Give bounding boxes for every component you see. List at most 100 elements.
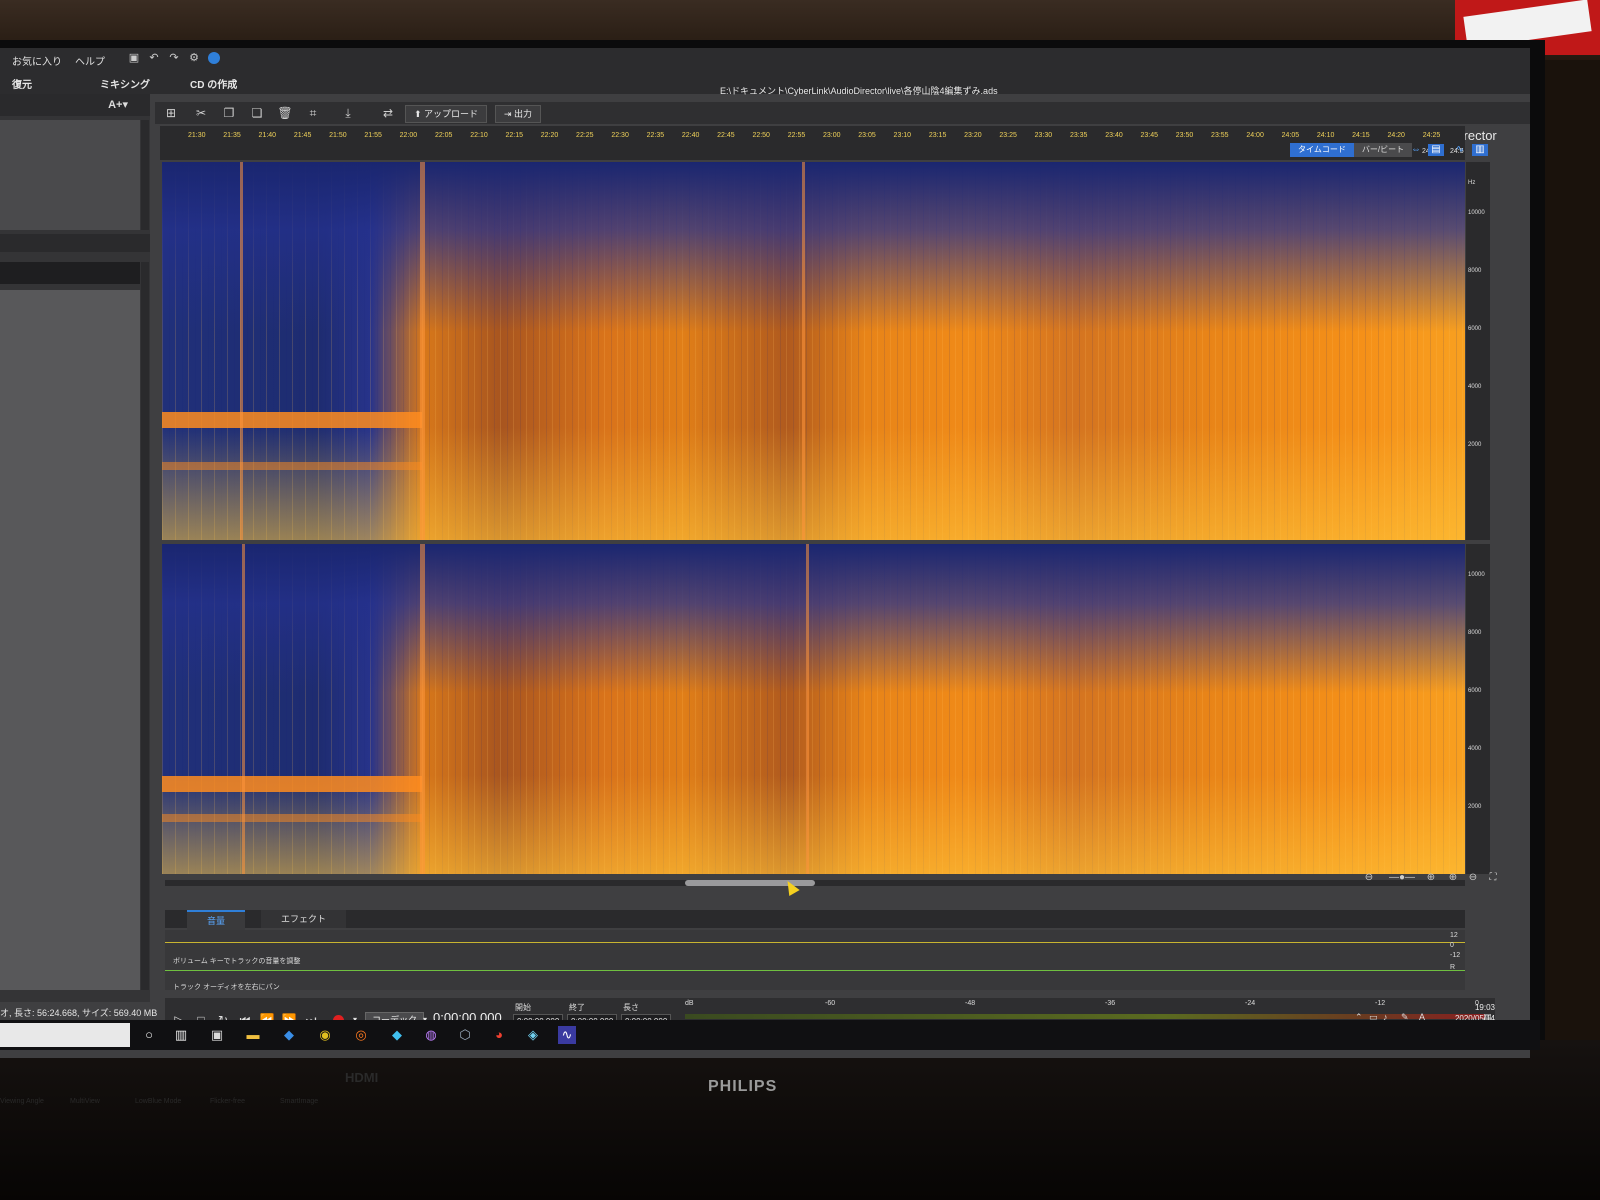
osd-label: LowBlue Mode	[135, 1098, 182, 1105]
delete-icon[interactable]: 🗑	[277, 105, 293, 121]
undo-icon[interactable]: ↶	[148, 52, 160, 64]
impulse-line	[420, 544, 425, 874]
output-button[interactable]: ⇥ 出力	[495, 105, 542, 123]
status-bar-text: オ, 長さ: 56:24.668, サイズ: 569.40 MB	[0, 1008, 158, 1018]
start-label: 開始	[515, 1003, 531, 1012]
copy-icon[interactable]: ❐	[221, 105, 237, 121]
ruler-tick-label: 23:30	[1034, 132, 1053, 139]
lane-scale-label: 12	[1450, 932, 1458, 939]
waveform-view-icon[interactable]: ∿	[1452, 144, 1468, 156]
upload-icon: ⬆	[414, 109, 425, 119]
paste-icon[interactable]: ❏	[249, 105, 265, 121]
zoom-in-icon[interactable]: ⊕	[1424, 871, 1438, 885]
ruler-tick-label: 21:50	[329, 132, 347, 139]
help-icon[interactable]	[208, 52, 220, 64]
mail-icon[interactable]: ◆	[280, 1026, 298, 1044]
monitor-logo: PHILIPS	[708, 1078, 778, 1095]
tab-cd-create[interactable]: CD の作成	[190, 76, 237, 91]
spectrogram-channel-2[interactable]	[162, 544, 1465, 874]
menu-favorites[interactable]: お気に入り	[12, 53, 62, 68]
timecode-toggle[interactable]: タイムコード	[1290, 143, 1354, 157]
import-icon[interactable]: ⤓	[340, 105, 356, 121]
hz-label: 2000	[1468, 442, 1482, 448]
hz-label: 6000	[1468, 326, 1482, 332]
sync-view-icon[interactable]: ⇔	[1408, 144, 1424, 156]
hdmi-label: HDMI	[345, 1070, 379, 1085]
file-list-scrollbar[interactable]	[141, 262, 149, 990]
menu-help[interactable]: ヘルプ	[75, 53, 105, 68]
spectrum-view-icon[interactable]: ▤	[1428, 144, 1444, 156]
ruler-tick-label: 24:15	[1352, 132, 1370, 139]
explorer-icon[interactable]: ▬	[244, 1026, 262, 1044]
upload-button[interactable]: ⬆ アップロード	[405, 105, 488, 123]
app-icon[interactable]: ◕	[490, 1026, 508, 1044]
panel-divider[interactable]	[0, 234, 150, 252]
volume-envelope[interactable]	[165, 942, 1465, 943]
app-icon[interactable]: ⬡	[456, 1026, 474, 1044]
vertical-zoom-out-icon[interactable]: ⊖	[1466, 871, 1480, 885]
hz-unit-label: Hz	[1468, 180, 1476, 186]
select-tool-icon[interactable]: ⊞	[163, 105, 179, 121]
search-box[interactable]	[0, 1023, 130, 1047]
ruler-tick-label: 22:25	[576, 132, 594, 139]
automation-lanes: ボリューム キーでトラックの音量を調整 トラック オーディオを左右にパン 12 …	[165, 930, 1465, 991]
audiodirector-taskbar-icon[interactable]: ∿	[558, 1026, 576, 1044]
save-icon[interactable]: ▣	[128, 52, 140, 64]
taskbar: ○ ▥ ▣ ▬ ◆ ◉ ◎ ◆ ◍ ⬡ ◕ ◈ ∿	[0, 1020, 1540, 1050]
ruler-tick-label: 21:55	[364, 132, 382, 139]
cortana-icon[interactable]: ○	[140, 1026, 158, 1044]
tab-volume[interactable]: 音量	[187, 910, 246, 930]
tab-effect[interactable]: エフェクト	[261, 910, 347, 928]
timeline-ruler[interactable]: 21:30 21:35 21:40 21:45 21:50 21:55 22:00 22:05…	[160, 126, 1465, 160]
meter-label: dB	[685, 1000, 694, 1007]
app-icon[interactable]: ◈	[524, 1026, 542, 1044]
library-list[interactable]	[0, 120, 140, 230]
upload-label: アップロード	[424, 109, 479, 119]
app-icon[interactable]: ◍	[422, 1026, 440, 1044]
tab-restore[interactable]: 復元	[12, 76, 32, 91]
library-scrollbar[interactable]	[141, 120, 149, 230]
pan-envelope[interactable]	[165, 970, 1465, 971]
zoom-slider[interactable]: —●—	[1382, 871, 1422, 885]
app-icon[interactable]: ◆	[388, 1026, 406, 1044]
ruler-tick-label: 22:50	[752, 132, 770, 139]
monitor-screen: お気に入り ヘルプ ▣ ↶ ↷ ⚙ 復元 ミキシング CD の作成 E:\ドキュ…	[0, 48, 1530, 1058]
ruler-tick-label: 23:05	[858, 132, 876, 139]
file-list[interactable]	[0, 290, 140, 990]
ruler-tick-label: 23:50	[1175, 132, 1194, 139]
sync-icon[interactable]: ⇄	[380, 105, 396, 121]
crop-icon[interactable]: ⌗	[305, 105, 321, 121]
volume-hint: ボリューム キーでトラックの音量を調整	[173, 958, 301, 965]
ruler-tick-label: 24:25	[1422, 132, 1441, 139]
end-label: 終了	[569, 1003, 585, 1012]
store-icon[interactable]: ▣	[208, 1026, 226, 1044]
fit-icon[interactable]: ⛶	[1486, 871, 1500, 885]
chrome-icon[interactable]: ◉	[316, 1026, 334, 1044]
ruler-tick-label: 23:00	[823, 132, 841, 139]
ruler-tick-label: 23:55	[1211, 132, 1229, 139]
zoom-out-icon[interactable]: ⊖	[1362, 871, 1376, 885]
vertical-zoom-in-icon[interactable]: ⊕	[1446, 871, 1460, 885]
horizontal-scrollbar[interactable]	[165, 880, 1465, 886]
bar-beat-toggle[interactable]: バー/ビート	[1353, 143, 1413, 157]
hz-label: 10000	[1468, 572, 1485, 578]
osd-label: MultiView	[70, 1098, 100, 1105]
ruler-tick-label: 22:40	[681, 132, 700, 139]
ruler-tick-label: 23:25	[999, 132, 1017, 139]
task-view-icon[interactable]: ▥	[172, 1026, 190, 1044]
osd-label: SmartImage	[280, 1098, 319, 1105]
library-header: A+▾	[0, 94, 150, 116]
font-size-button[interactable]: A+▾	[108, 98, 128, 111]
tab-mixing[interactable]: ミキシング	[100, 76, 150, 91]
ruler-tick-label: 23:45	[1140, 132, 1159, 139]
ruler-tick-label: 22:55	[787, 132, 806, 139]
settings-icon[interactable]: ⚙	[188, 52, 200, 64]
spectrogram-view-icon[interactable]: ▥	[1472, 144, 1488, 156]
ruler-tick-label: 24:05	[1281, 132, 1300, 139]
frequency-axis-ch1: Hz 10000 8000 6000 4000 2000	[1466, 162, 1490, 540]
scissors-icon[interactable]: ✂	[193, 105, 209, 121]
spectrogram-channel-1[interactable]	[162, 162, 1465, 540]
firefox-icon[interactable]: ◎	[352, 1026, 370, 1044]
redo-icon[interactable]: ↷	[168, 52, 180, 64]
tonal-band	[162, 462, 422, 470]
